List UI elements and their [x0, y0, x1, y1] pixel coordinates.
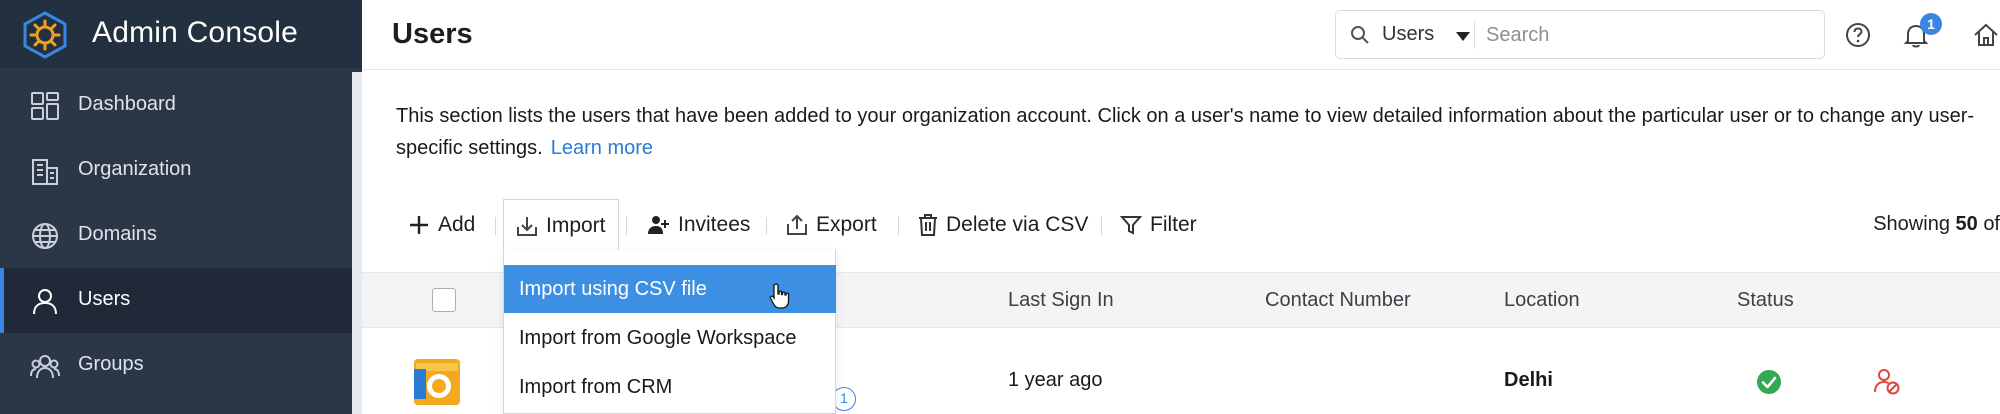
toolbar-divider: [626, 217, 627, 235]
showing-suffix: of: [1983, 213, 2000, 235]
add-label: Add: [438, 213, 476, 236]
sidebar-item-label: Organization: [78, 158, 192, 180]
sidebar-item-organization[interactable]: Organization: [0, 138, 352, 203]
building-icon: [32, 159, 58, 185]
plus-icon: [410, 216, 428, 234]
group-icon: [30, 355, 60, 379]
home-icon[interactable]: [1972, 21, 2000, 49]
toolbar-divider: [898, 217, 899, 235]
hand-cursor-icon: [769, 283, 790, 309]
avatar[interactable]: [412, 357, 462, 407]
export-button[interactable]: Export: [786, 200, 877, 250]
menu-item-import-google-workspace[interactable]: Import from Google Workspace: [504, 314, 836, 362]
globe-icon: [32, 223, 58, 249]
column-header-last-sign-in[interactable]: Last Sign In: [1008, 289, 1114, 312]
filter-icon: [1120, 216, 1142, 235]
sidebar-item-domains[interactable]: Domains: [0, 203, 352, 268]
delete-csv-label: Delete via CSV: [946, 213, 1089, 236]
import-dropdown-menu: Import using CSV file Import from Google…: [503, 250, 836, 414]
search-icon: [1351, 26, 1369, 44]
learn-more-link[interactable]: Learn more: [551, 137, 653, 159]
sidebar-item-dashboard[interactable]: Dashboard: [0, 73, 352, 138]
top-header: Users Users 1: [362, 0, 2000, 70]
import-label: Import: [546, 213, 606, 237]
sidebar-item-users[interactable]: Users: [0, 268, 352, 333]
section-description: This section lists the users that have b…: [396, 100, 2000, 164]
sidebar-item-label: Domains: [78, 223, 157, 245]
search-divider: [1474, 21, 1475, 49]
import-button[interactable]: Import: [503, 199, 619, 251]
last-sign-in-cell: 1 year ago: [1008, 369, 1103, 391]
column-header-location[interactable]: Location: [1504, 289, 1580, 312]
sidebar-item-label: Groups: [78, 353, 144, 375]
users-toolbar: Add Import Invitees Export Delete via CS…: [396, 199, 2000, 251]
menu-item-import-crm[interactable]: Import from CRM: [504, 363, 836, 411]
column-header-status[interactable]: Status: [1737, 289, 1794, 312]
showing-count: Showing 50 of: [1873, 213, 2000, 236]
column-header-contact-number[interactable]: Contact Number: [1265, 289, 1411, 312]
sidebar-item-label: Dashboard: [78, 93, 176, 115]
sidebar-nav: Dashboard Organization Domains Users Gro…: [0, 73, 352, 398]
search-input[interactable]: [1486, 19, 1806, 51]
search-box: Users: [1335, 10, 1825, 59]
toolbar-divider: [495, 217, 496, 235]
chevron-down-icon[interactable]: [1456, 32, 1470, 41]
sidebar-item-groups[interactable]: Groups: [0, 333, 352, 398]
toolbar-divider: [1101, 217, 1102, 235]
add-user-button[interactable]: Add: [408, 200, 475, 250]
filter-button[interactable]: Filter: [1120, 200, 1197, 250]
invitees-label: Invitees: [678, 213, 751, 236]
user-icon: [33, 289, 57, 315]
search-scope-select[interactable]: Users: [1382, 23, 1434, 46]
sidebar-item-label: Users: [78, 288, 131, 310]
admin-console-app: Admin Console Dashboard Organization Dom…: [0, 0, 2000, 414]
showing-prefix: Showing: [1873, 213, 1950, 235]
toolbar-divider: [766, 217, 767, 235]
import-icon: [517, 216, 537, 236]
deactivate-user-icon[interactable]: [1872, 367, 1900, 395]
sidebar-scrollbar[interactable]: [352, 72, 362, 414]
showing-number: 50: [1955, 213, 1978, 235]
location-cell: Delhi: [1504, 369, 1553, 391]
brand-bar: Admin Console: [0, 0, 362, 68]
invitees-button[interactable]: Invitees: [646, 200, 750, 250]
app-title: Admin Console: [92, 16, 299, 49]
trash-icon: [919, 214, 937, 236]
help-icon[interactable]: [1844, 21, 1872, 49]
sidebar: Admin Console Dashboard Organization Dom…: [0, 0, 362, 414]
export-label: Export: [816, 213, 877, 236]
filter-label: Filter: [1150, 213, 1197, 236]
select-all-checkbox[interactable]: [432, 288, 456, 312]
dashboard-icon: [31, 92, 59, 120]
export-icon: [787, 214, 807, 235]
delete-via-csv-button[interactable]: Delete via CSV: [918, 200, 1088, 250]
active-status-icon: [1757, 370, 1781, 394]
invitees-icon: [648, 216, 669, 234]
notification-badge: 1: [1920, 13, 1942, 35]
admin-gear-logo-icon[interactable]: [20, 10, 70, 60]
page-title: Users: [392, 18, 473, 50]
